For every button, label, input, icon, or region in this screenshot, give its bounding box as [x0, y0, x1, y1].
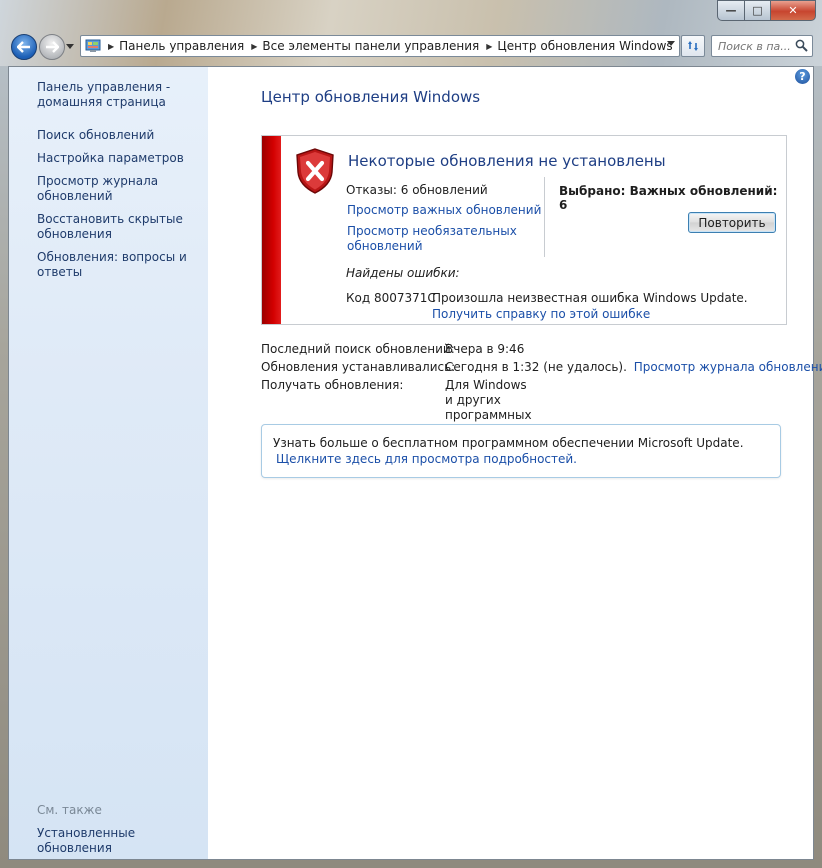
status-title: Некоторые обновления не установлены	[348, 152, 666, 170]
error-code: Код 8007371C	[346, 291, 436, 305]
failures-count: Отказы: 6 обновлений	[346, 183, 488, 197]
receive-updates-label: Получать обновления:	[261, 378, 404, 392]
sidebar-item-check-updates[interactable]: Поиск обновлений	[37, 128, 202, 143]
content-area: Панель управления - домашняя страница По…	[8, 66, 822, 860]
promo-text: Узнать больше о бесплатном программном о…	[273, 436, 744, 450]
selected-updates-count: Выбрано: Важных обновлений: 6	[559, 184, 778, 212]
caption-buttons: — □ ✕	[717, 0, 816, 21]
search-input[interactable]	[718, 39, 796, 53]
installed-row: Сегодня в 1:32 (не удалось). Просмотр жу…	[445, 360, 822, 375]
breadcrumb-windows-update[interactable]: Центр обновления Windows	[497, 39, 672, 53]
last-search-value: Вчера в 9:46	[445, 342, 525, 356]
error-message: Произошла неизвестная ошибка Windows Upd…	[432, 291, 748, 305]
sidebar-item-installed-updates[interactable]: Установленные обновления	[37, 826, 202, 856]
shield-error-icon	[296, 148, 334, 194]
sidebar-item-restore-hidden[interactable]: Восстановить скрытые обновления	[37, 212, 202, 242]
errors-found-label: Найдены ошибки:	[346, 266, 460, 280]
view-optional-updates-link[interactable]: Просмотр необязательных обновлений	[347, 224, 517, 254]
refresh-icon	[688, 41, 698, 51]
breadcrumb-all-items[interactable]: Все элементы панели управления	[262, 39, 479, 53]
chevron-down-icon	[66, 43, 74, 49]
promo-details-link[interactable]: Щелкните здесь для просмотра подробносте…	[276, 452, 577, 466]
arrow-left-icon	[17, 41, 30, 53]
arrow-right-icon	[46, 41, 59, 53]
last-search-label: Последний поиск обновлений:	[261, 342, 455, 356]
address-bar[interactable]: ▶ Панель управления ▶ Все элементы панел…	[80, 35, 680, 57]
chevron-down-icon[interactable]	[667, 41, 675, 46]
update-status-panel: Некоторые обновления не установлены Отка…	[261, 135, 787, 325]
breadcrumb-separator-icon: ▶	[486, 41, 493, 51]
breadcrumb-separator-icon: ▶	[251, 41, 258, 51]
forward-button[interactable]	[39, 34, 65, 60]
installed-value: Сегодня в 1:32 (не удалось).	[445, 360, 627, 374]
breadcrumb-separator-icon: ▶	[108, 41, 115, 51]
explorer-window: — □ ✕ ▶ Панель управления ▶ Все элементы…	[0, 0, 822, 868]
sidebar-item-faq[interactable]: Обновления: вопросы и ответы	[37, 250, 202, 280]
recent-pages-dropdown[interactable]	[66, 42, 74, 50]
refresh-button[interactable]	[681, 35, 705, 57]
sidebar-item-history[interactable]: Просмотр журнала обновлений	[37, 174, 202, 204]
microsoft-update-promo: Узнать больше о бесплатном программном о…	[261, 424, 781, 478]
minimize-button[interactable]: —	[717, 0, 744, 21]
sidebar: Панель управления - домашняя страница По…	[9, 67, 208, 859]
close-button[interactable]: ✕	[770, 0, 816, 21]
page-title: Центр обновления Windows	[261, 88, 481, 106]
see-also-heading: См. также	[37, 803, 102, 817]
view-important-updates-link[interactable]: Просмотр важных обновлений	[347, 203, 541, 218]
search-icon[interactable]	[795, 39, 808, 52]
error-status-bar	[262, 136, 281, 324]
retry-button[interactable]: Повторить	[688, 212, 776, 233]
breadcrumb-control-panel[interactable]: Панель управления	[119, 39, 244, 53]
installed-label: Обновления устанавливались:	[261, 360, 456, 374]
panel-divider	[544, 177, 545, 257]
sidebar-item-home[interactable]: Панель управления - домашняя страница	[37, 80, 202, 110]
view-history-link[interactable]: Просмотр журнала обновлений	[634, 360, 822, 374]
search-box	[711, 35, 813, 57]
error-help-link[interactable]: Получить справку по этой ошибке	[432, 307, 650, 322]
control-panel-icon	[85, 39, 101, 52]
maximize-button[interactable]: □	[744, 0, 770, 21]
help-icon[interactable]: ?	[795, 69, 810, 84]
back-button[interactable]	[11, 34, 37, 60]
sidebar-item-settings[interactable]: Настройка параметров	[37, 151, 202, 166]
